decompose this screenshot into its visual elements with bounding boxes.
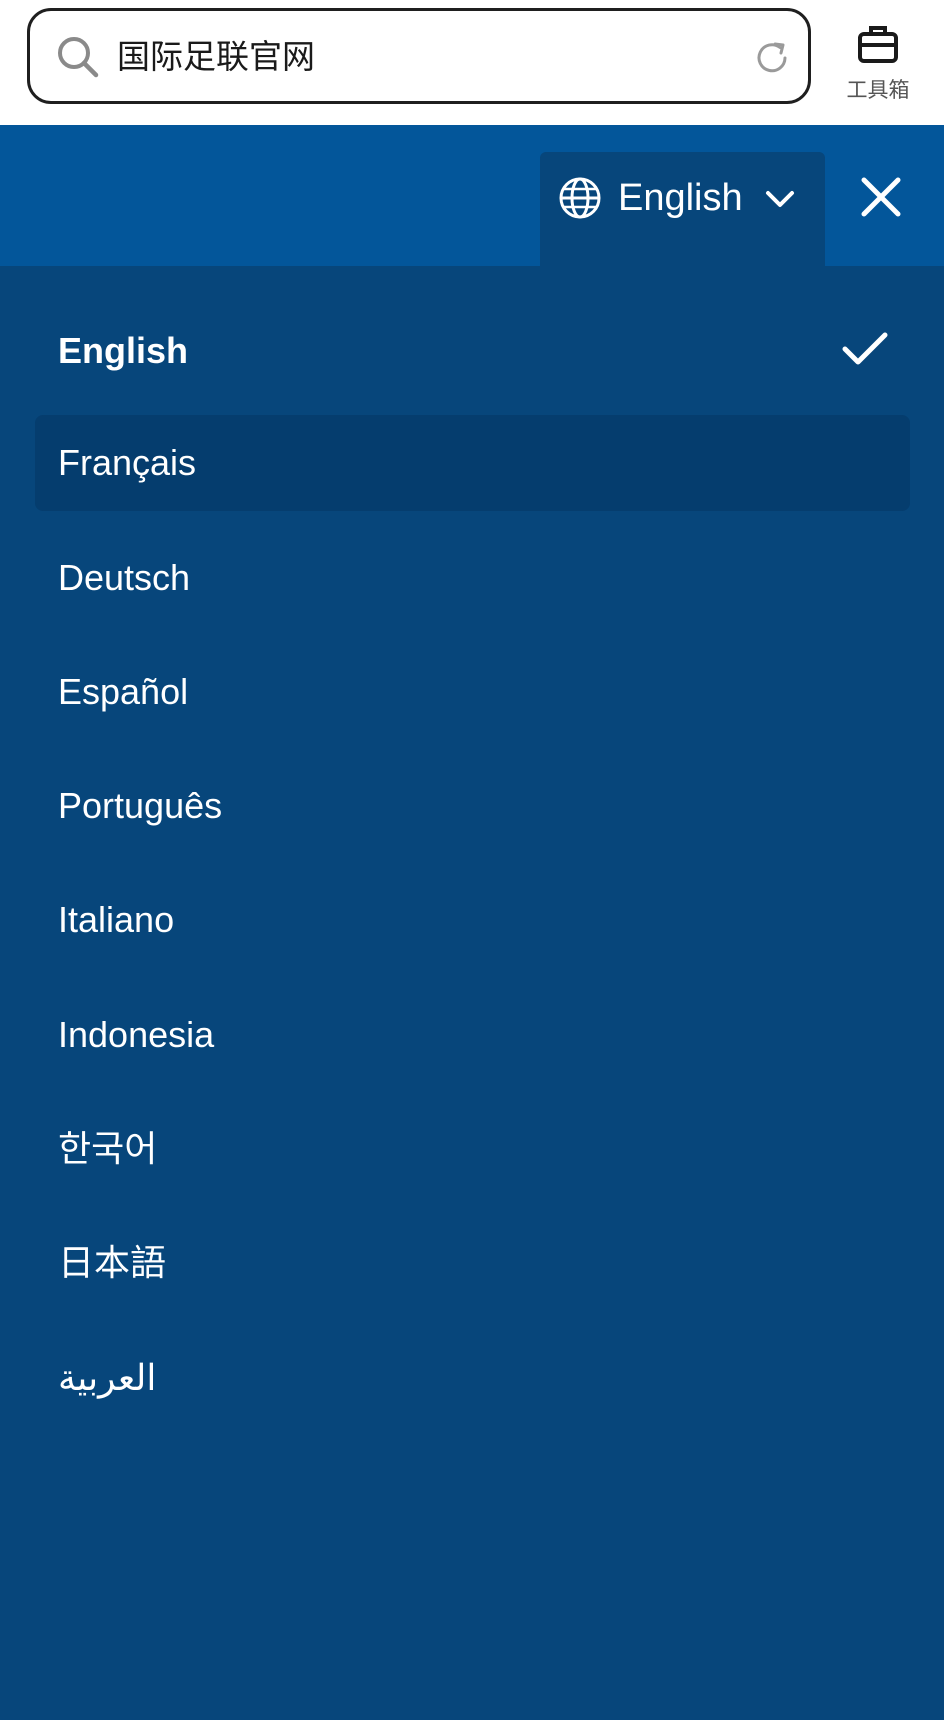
- address-search-box[interactable]: 国际足联官网: [27, 8, 811, 104]
- language-label: Deutsch: [58, 557, 191, 598]
- language-option-francais[interactable]: Français: [35, 415, 910, 511]
- language-label: English: [58, 330, 189, 371]
- globe-icon: [559, 177, 601, 219]
- browser-topbar: 国际足联官网 工具箱: [0, 0, 944, 125]
- current-language-label: English: [618, 177, 743, 219]
- language-option-portugues[interactable]: Português: [35, 758, 910, 854]
- language-option-japanese[interactable]: 日本語: [35, 1215, 910, 1311]
- site-header: English: [0, 125, 944, 266]
- language-selector-button[interactable]: English: [540, 152, 825, 266]
- chevron-down-icon: [766, 191, 794, 207]
- language-option-korean[interactable]: 한국어: [35, 1101, 910, 1197]
- language-label: Italiano: [58, 899, 175, 940]
- check-icon: [842, 332, 888, 365]
- toolbox-button[interactable]: 工具箱: [836, 18, 920, 108]
- language-option-english[interactable]: English: [35, 303, 910, 399]
- language-label: 한국어: [58, 1128, 158, 1169]
- language-option-arabic[interactable]: العربية: [35, 1330, 910, 1426]
- search-query-text[interactable]: 国际足联官网: [117, 33, 315, 81]
- language-list: English Français Deutsch Español Portugu…: [0, 266, 944, 1720]
- language-label: Español: [58, 671, 189, 712]
- language-option-indonesia[interactable]: Indonesia: [35, 987, 910, 1083]
- language-option-espanol[interactable]: Español: [35, 644, 910, 740]
- language-label: Indonesia: [58, 1014, 215, 1055]
- search-icon: [58, 37, 99, 78]
- language-label: Português: [58, 785, 223, 826]
- language-option-deutsch[interactable]: Deutsch: [35, 530, 910, 626]
- language-label: 日本語: [58, 1242, 167, 1283]
- toolbox-label: 工具箱: [846, 78, 910, 102]
- language-label: Français: [58, 442, 197, 483]
- language-option-italiano[interactable]: Italiano: [35, 872, 910, 968]
- toolbox-icon: [858, 26, 898, 63]
- reload-icon[interactable]: [752, 38, 792, 78]
- close-icon[interactable]: [856, 172, 906, 222]
- language-label: العربية: [58, 1357, 157, 1398]
